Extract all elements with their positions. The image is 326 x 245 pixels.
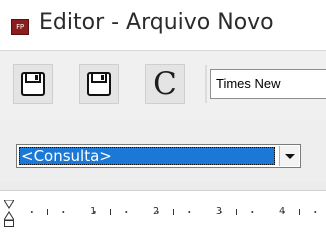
chevron-down-icon[interactable] (279, 146, 299, 166)
ruler[interactable]: 1 2 3 4 (0, 190, 326, 245)
floppy-disk-icon (21, 72, 45, 96)
ruler-number: 3 (216, 206, 223, 217)
ruler-number: 4 (279, 206, 286, 217)
toolbar: C Times New (0, 50, 326, 121)
ruler-dot (188, 211, 191, 213)
ruler-tick (236, 209, 237, 215)
save-as-button[interactable] (79, 64, 119, 104)
window-title: Editor - Arquivo Novo (39, 10, 274, 35)
title-bar[interactable]: FP Editor - Arquivo Novo (0, 0, 326, 50)
ruler-tick (299, 209, 300, 215)
ruler-dot (125, 211, 128, 213)
ruler-number: 1 (90, 206, 97, 217)
floppy-disk-icon (87, 72, 111, 96)
font-name-combobox[interactable]: Times New (210, 69, 326, 99)
ruler-tick (47, 209, 48, 215)
query-select[interactable]: <Consulta> (16, 144, 301, 168)
ruler-dot (30, 211, 33, 213)
clear-label: C (153, 66, 177, 102)
ruler-dot (251, 211, 254, 213)
query-row: <Consulta> (0, 120, 326, 182)
toolbar-separator (205, 65, 207, 103)
ruler-tick (173, 209, 174, 215)
editor-window: FP Editor - Arquivo Novo C Times New <Co… (0, 0, 326, 245)
ruler-dot (314, 211, 317, 213)
save-button[interactable] (13, 64, 53, 104)
ruler-dot (62, 211, 65, 213)
query-selected-value[interactable]: <Consulta> (19, 147, 275, 165)
app-icon[interactable]: FP (11, 19, 29, 35)
ruler-tick (110, 209, 111, 215)
clear-button[interactable]: C (145, 64, 185, 104)
indent-marker-icon[interactable] (4, 200, 14, 228)
ruler-number: 2 (153, 206, 160, 217)
